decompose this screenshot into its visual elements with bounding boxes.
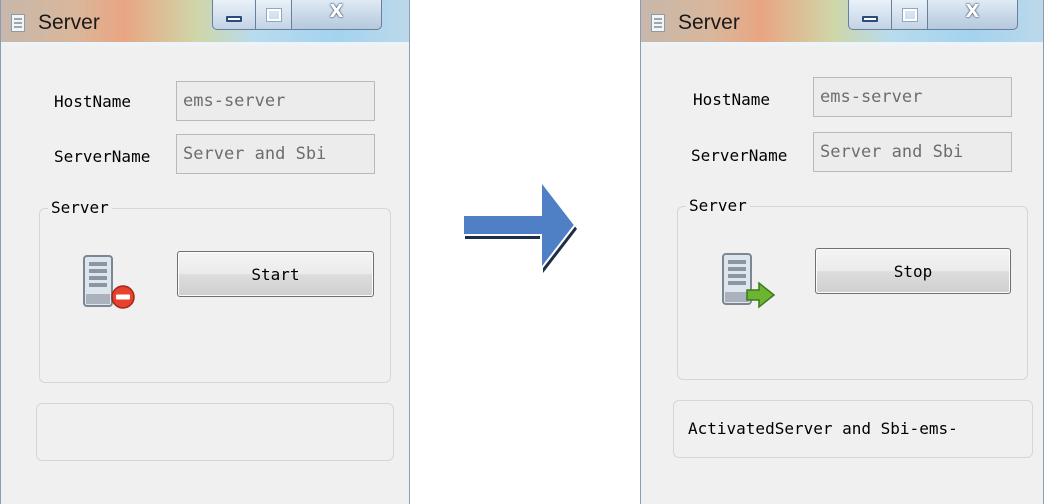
minimize-button[interactable] [212,0,256,30]
close-button[interactable]: X [928,0,1018,30]
server-running-icon [722,253,776,309]
close-icon: X [965,1,980,22]
maximize-icon [902,8,917,21]
hostname-label: HostName [54,92,132,111]
server-stopped-icon [83,255,135,309]
stop-button[interactable]: Stop [815,248,1011,294]
window-title: Server [678,11,740,34]
title-bar[interactable]: Server X [641,0,1043,46]
caption-buttons: X [848,0,1018,30]
close-icon: X [329,1,344,22]
status-bar: ActivatedServer and Sbi-ems- [673,400,1033,458]
hostname-label: HostName [693,90,771,109]
servername-field[interactable]: Server and Sbi [813,132,1012,172]
hostname-field[interactable]: ems-server [176,81,375,121]
app-icon [651,14,665,32]
minimize-icon [226,15,242,22]
window-title: Server [38,11,100,34]
minimize-icon [862,15,878,22]
close-button[interactable]: X [292,0,382,30]
server-window-stopped: Server X HostName ems-server ServerName … [0,0,410,504]
server-window-running: Server X HostName ems-server ServerName … [640,0,1044,504]
status-bar [36,403,394,461]
minimize-button[interactable] [848,0,892,30]
servername-label: ServerName [691,146,788,165]
maximize-button[interactable] [892,0,928,30]
caption-buttons: X [212,0,382,30]
app-icon [11,14,25,32]
maximize-icon [266,8,281,21]
title-bar[interactable]: Server X [1,0,409,46]
servername-field[interactable]: Server and Sbi [176,134,375,174]
group-title: Server [686,196,750,215]
start-button[interactable]: Start [177,251,374,297]
hostname-field[interactable]: ems-server [813,77,1012,117]
right-arrow-icon [462,181,577,273]
group-title: Server [48,198,112,217]
maximize-button[interactable] [256,0,292,30]
servername-label: ServerName [54,147,151,166]
